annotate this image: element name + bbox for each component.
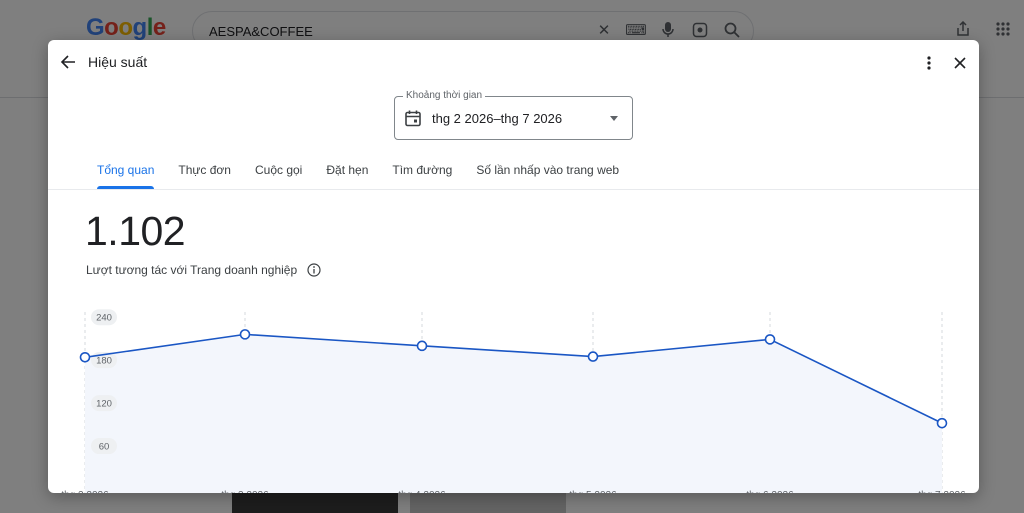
tab-bookings[interactable]: Đặt hẹn [314,158,380,189]
y-tick-label: 60 [99,442,110,453]
close-button[interactable] [949,52,971,74]
arrow-back-icon [60,55,75,69]
close-icon [954,57,966,69]
tab-menu[interactable]: Thực đơn [166,158,243,189]
metric-label: Lượt tương tác với Trang doanh nghiệp [86,263,298,277]
data-point [587,351,599,362]
calendar-icon [405,110,421,127]
performance-dialog: Hiệu suất Khoảng thời gian thg 2 2026–th… [48,40,979,493]
dialog-header: Hiệu suất [48,40,979,84]
more-vert-icon [927,56,931,70]
back-button[interactable] [56,50,80,74]
tab-calls[interactable]: Cuộc gọi [243,158,314,189]
data-point [936,417,948,429]
dropdown-caret-icon [610,116,618,121]
x-tick-label: thg 4 2026 [398,490,446,493]
tab-website-clicks[interactable]: Số lần nhấp vào trang web [464,158,631,189]
x-tick-label: thg 3 2026 [221,490,269,493]
tabs-divider [48,189,979,190]
tab-bar: Tổng quan Thực đơn Cuộc gọi Đặt hẹn Tìm … [85,158,631,189]
x-tick-label: thg 7 2026 [918,490,966,493]
chart-area [85,334,942,493]
y-tick-label: 120 [96,399,112,410]
tab-overview[interactable]: Tổng quan [85,158,166,189]
tab-directions[interactable]: Tìm đường [380,158,464,189]
date-range-value: thg 2 2026–thg 7 2026 [432,111,563,126]
data-point [416,340,428,352]
x-tick-label: thg 2 2026 [61,490,109,493]
data-point [79,351,91,363]
y-tick-label: 180 [96,356,112,367]
date-range-label: Khoảng thời gian [403,90,486,101]
total-interactions-value: 1.102 [85,208,186,254]
x-tick-label: thg 5 2026 [569,490,617,493]
data-point [239,329,251,340]
dialog-title: Hiệu suất [88,54,148,70]
more-options-button[interactable] [918,52,940,74]
y-tick-label: 240 [96,313,112,324]
data-point [764,334,776,345]
info-icon[interactable] [307,263,321,277]
date-range-select[interactable]: Khoảng thời gian thg 2 2026–thg 7 2026 [394,90,633,140]
x-tick-label: thg 6 2026 [746,490,794,493]
interactions-chart: 240 180 120 60 thg 2 2026 thg 3 2026 thg 4 202… [61,309,966,493]
